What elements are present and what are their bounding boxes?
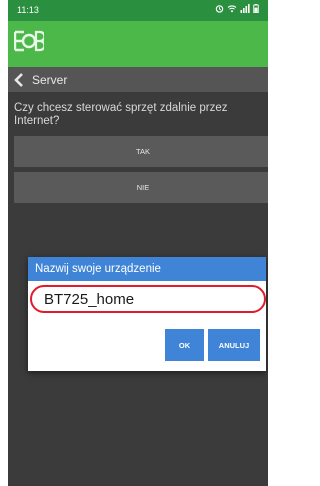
wifi-icon <box>227 5 237 13</box>
signal-icon <box>240 4 250 13</box>
cancel-button[interactable]: ANULUJ <box>208 329 260 361</box>
yes-button[interactable]: TAK <box>14 136 268 167</box>
chevron-left-icon[interactable] <box>14 72 24 87</box>
status-icons <box>215 4 259 13</box>
dialog-title: Nazwij swoje urządzenie <box>28 257 266 281</box>
alarm-icon <box>215 5 224 13</box>
nav-bar: Server <box>8 67 268 92</box>
status-bar: 11:13 <box>8 0 268 21</box>
status-time: 11:13 <box>17 5 39 15</box>
page-title: Server <box>32 72 68 87</box>
ok-button[interactable]: OK <box>165 329 204 361</box>
no-button[interactable]: NIE <box>14 172 268 203</box>
eob-logo-icon <box>14 30 44 52</box>
device-name-dialog: Nazwij swoje urządzenie OK ANULUJ <box>28 257 266 371</box>
battery-icon <box>253 4 259 13</box>
remote-control-question: Czy chcesz sterować sprzęt zdalnie przez… <box>14 102 228 127</box>
phone-screen: 11:13 Server Czy chcesz sterować sprzęt … <box>8 0 268 486</box>
app-header <box>8 21 268 67</box>
device-name-input[interactable] <box>30 285 266 313</box>
